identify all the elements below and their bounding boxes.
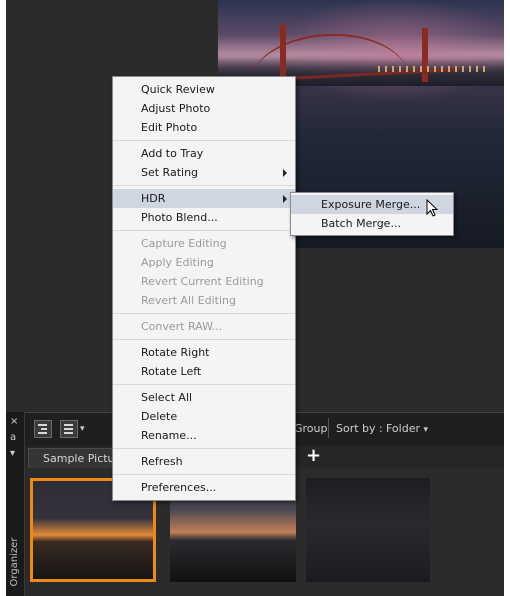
submenu-arrow-icon: [283, 169, 287, 177]
menu-group: Quick Review Adjust Photo Edit Photo: [113, 77, 295, 140]
pin-icon[interactable]: a: [10, 432, 16, 443]
menu-group: Rotate Right Rotate Left: [113, 339, 295, 384]
menu-group: Capture Editing Apply Editing Revert Cur…: [113, 230, 295, 313]
menu-item-edit-photo[interactable]: Edit Photo: [113, 118, 295, 137]
context-menu: Quick Review Adjust Photo Edit Photo Add…: [112, 76, 296, 501]
menu-item-add-to-tray[interactable]: Add to Tray: [113, 144, 295, 163]
menu-group: Convert RAW...: [113, 313, 295, 339]
menu-item-preferences[interactable]: Preferences...: [113, 478, 295, 497]
menu-item-revert-current-editing[interactable]: Revert Current Editing: [113, 272, 295, 291]
menu-item-apply-editing[interactable]: Apply Editing: [113, 253, 295, 272]
menu-group: Add to Tray Set Rating: [113, 140, 295, 185]
view-dropdown-icon[interactable]: ▾: [80, 424, 85, 434]
collapse-icon[interactable]: ▾: [10, 448, 15, 459]
menu-item-select-all[interactable]: Select All: [113, 388, 295, 407]
sort-by-value: Folder: [386, 422, 420, 435]
menu-group: HDR Photo Blend...: [113, 185, 295, 230]
thumbnail[interactable]: [306, 478, 430, 582]
menu-item-rotate-right[interactable]: Rotate Right: [113, 343, 295, 362]
menu-item-revert-all-editing[interactable]: Revert All Editing: [113, 291, 295, 310]
menu-group: Preferences...: [113, 474, 295, 500]
menu-item-quick-review[interactable]: Quick Review: [113, 80, 295, 99]
menu-group: Refresh: [113, 448, 295, 474]
menu-item-capture-editing[interactable]: Capture Editing: [113, 234, 295, 253]
mouse-cursor-icon: [426, 199, 439, 217]
menu-group: Select All Delete Rename...: [113, 384, 295, 448]
group-button[interactable]: Group: [294, 422, 328, 435]
menu-item-label: Set Rating: [141, 166, 199, 179]
menu-item-photo-blend[interactable]: Photo Blend...: [113, 208, 295, 227]
menu-item-rename[interactable]: Rename...: [113, 426, 295, 445]
chevron-down-icon: ▾: [423, 425, 429, 435]
bridge-tower: [422, 28, 428, 82]
submenu-arrow-icon: [283, 195, 287, 203]
menu-item-adjust-photo[interactable]: Adjust Photo: [113, 99, 295, 118]
menu-item-label: HDR: [141, 192, 166, 205]
close-icon[interactable]: ×: [10, 416, 18, 427]
tree-view-icon[interactable]: [34, 420, 52, 438]
menu-item-hdr[interactable]: HDR: [113, 189, 295, 208]
menu-item-convert-raw[interactable]: Convert RAW...: [113, 317, 295, 336]
sort-by-dropdown[interactable]: Folder ▾: [386, 422, 428, 435]
menu-item-rotate-left[interactable]: Rotate Left: [113, 362, 295, 381]
add-tab-icon[interactable]: +: [306, 445, 321, 466]
menu-item-delete[interactable]: Delete: [113, 407, 295, 426]
list-view-icon[interactable]: [60, 420, 78, 438]
organizer-label: Organizer: [9, 537, 20, 587]
menu-item-set-rating[interactable]: Set Rating: [113, 163, 295, 182]
menu-item-refresh[interactable]: Refresh: [113, 452, 295, 471]
sort-by-label: Sort by :: [336, 422, 383, 435]
city-lights: [378, 66, 488, 72]
